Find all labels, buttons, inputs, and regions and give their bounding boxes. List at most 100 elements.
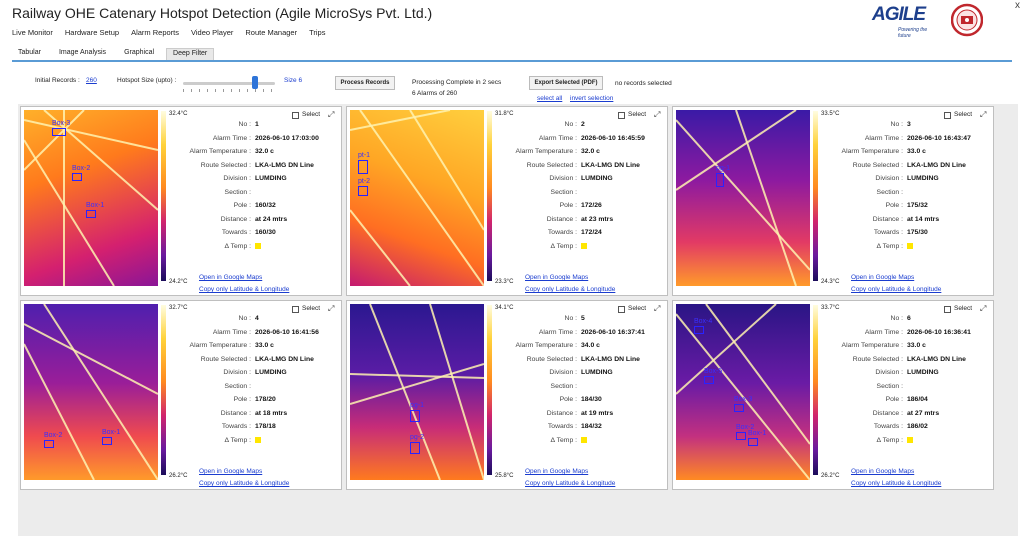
hotspot-box — [694, 326, 704, 334]
expand-icon[interactable]: ⤢ — [654, 304, 660, 314]
hotspot-box — [86, 210, 96, 218]
invert-selection-link[interactable]: invert selection — [570, 95, 613, 102]
select-checkbox[interactable] — [618, 306, 625, 313]
select-checkbox[interactable] — [292, 306, 299, 313]
agile-logo-word: AGILE — [872, 4, 926, 25]
scale-max: 32.4°C — [169, 111, 188, 117]
hotspot-box — [736, 432, 746, 440]
alarm-card[interactable]: pg-1 33.5°C 24.3°C Select ⤢ No : 3 Alarm T… — [672, 106, 994, 296]
field-value-pole: 175/32 — [907, 202, 928, 209]
open-google-maps-link[interactable]: Open in Google Maps — [199, 274, 262, 281]
thermal-image[interactable]: pg-1 — [676, 110, 810, 286]
expand-icon[interactable]: ⤢ — [980, 304, 986, 314]
field-label: Route Selected : — [852, 355, 903, 363]
export-pdf-button[interactable]: Export Selected (PDF) — [529, 76, 603, 90]
scale-max: 32.7°C — [169, 305, 188, 311]
field-label: Alarm Time : — [864, 328, 903, 336]
tab-image-analysis[interactable]: Image Analysis — [53, 48, 112, 60]
copy-lat-long-link[interactable]: Copy only Latitude & Longitude — [851, 480, 941, 487]
field-label: Pole : — [559, 202, 577, 209]
field-label: Section : — [224, 382, 251, 390]
initial-records-link[interactable]: 260 — [86, 77, 97, 84]
open-google-maps-link[interactable]: Open in Google Maps — [199, 468, 262, 475]
alarm-card[interactable]: Box-4 Box-5 Box-3 Box-2 Box-1 33.7°C 26.… — [672, 300, 994, 490]
copy-lat-long-link[interactable]: Copy only Latitude & Longitude — [525, 286, 615, 293]
alarm-details: No :4 Alarm Time :2026-06-10 16:41:56 Alar… — [189, 315, 339, 450]
alarm-card[interactable]: pt-1 pt-2 31.8°C 23.3°C Select ⤢ No : 2 Al… — [346, 106, 668, 296]
open-google-maps-link[interactable]: Open in Google Maps — [851, 274, 914, 281]
expand-icon[interactable]: ⤢ — [980, 110, 986, 120]
field-value-alarm-temperature: 33.0 c — [907, 148, 926, 155]
processing-status: Processing Complete in 2 secs — [412, 79, 502, 86]
field-value-division: LUMDING — [581, 369, 613, 376]
field-value-alarm-temperature: 33.0 c — [907, 342, 926, 349]
select-checkbox[interactable] — [292, 112, 299, 119]
field-label: Section : — [876, 382, 903, 390]
field-row-alarm-time: Alarm Time : 2026-06-10 17:03:00 — [189, 135, 339, 149]
temperature-scale-bar — [161, 111, 166, 281]
select-all-link[interactable]: select all — [537, 95, 562, 102]
open-google-maps-link[interactable]: Open in Google Maps — [525, 274, 588, 281]
process-records-button[interactable]: Process Records — [335, 76, 395, 90]
expand-icon[interactable]: ⤢ — [328, 304, 334, 314]
hotspot-box-label: Box-1 — [102, 429, 121, 436]
open-google-maps-link[interactable]: Open in Google Maps — [851, 468, 914, 475]
alarm-card[interactable]: Box-3 Box-2 Box-1 32.4°C 24.2°C Select ⤢… — [20, 106, 342, 296]
menu-item-hardware-setup[interactable]: Hardware Setup — [65, 28, 119, 42]
field-value-alarm-time: 2026-06-10 16:36:41 — [907, 328, 971, 336]
field-label: Division : — [549, 369, 577, 376]
agile-logo-tagline: Powering the future — [898, 27, 928, 39]
wire-line — [676, 119, 810, 271]
copy-lat-long-link[interactable]: Copy only Latitude & Longitude — [199, 286, 289, 293]
delta-indicator-icon — [581, 436, 587, 443]
select-checkbox[interactable] — [944, 112, 951, 119]
menu-item-trips[interactable]: Trips — [309, 28, 325, 42]
copy-lat-long-link[interactable]: Copy only Latitude & Longitude — [851, 286, 941, 293]
expand-icon[interactable]: ⤢ — [654, 110, 660, 120]
main-menu: Live Monitor Hardware Setup Alarm Reports V… — [12, 28, 325, 42]
field-label: No : — [238, 315, 251, 322]
thermal-image[interactable]: pg-1 pg-2 — [350, 304, 484, 480]
menu-item-route-manager[interactable]: Route Manager — [245, 28, 297, 42]
field-value-route: LKA-LMG DN Line — [907, 355, 966, 363]
thermal-image[interactable]: Box-2 Box-1 — [24, 304, 158, 480]
field-label: Alarm Time : — [538, 134, 577, 142]
menu-item-video-player[interactable]: Video Player — [191, 28, 233, 42]
open-google-maps-link[interactable]: Open in Google Maps — [525, 468, 588, 475]
field-value-route: LKA-LMG DN Line — [581, 161, 640, 169]
select-label: Select — [628, 305, 647, 312]
field-row-pole: Pole : 178/20 — [189, 396, 339, 410]
tab-graphical[interactable]: Graphical — [118, 48, 160, 60]
menu-item-alarm-reports[interactable]: Alarm Reports — [131, 28, 179, 42]
thermal-image[interactable]: Box-4 Box-5 Box-3 Box-2 Box-1 — [676, 304, 810, 480]
thermal-image[interactable]: Box-3 Box-2 Box-1 — [24, 110, 158, 286]
tab-tabular[interactable]: Tabular — [12, 48, 47, 60]
hotspot-slider-track[interactable] — [183, 82, 275, 85]
field-label: Distance : — [220, 215, 251, 223]
field-row-delta-temp: Δ Temp : — [189, 243, 339, 257]
select-label: Select — [302, 305, 321, 312]
field-label: Alarm Time : — [538, 328, 577, 336]
close-icon[interactable]: x — [1015, 0, 1020, 11]
copy-lat-long-link[interactable]: Copy only Latitude & Longitude — [525, 480, 615, 487]
menu-item-live-monitor[interactable]: Live Monitor — [12, 28, 53, 42]
field-value-division: LUMDING — [255, 369, 287, 376]
field-value-division: LUMDING — [907, 369, 939, 376]
hotspot-slider-thumb[interactable] — [251, 76, 258, 89]
delta-temp-chip — [581, 242, 587, 250]
tab-deep-filter[interactable]: Deep Filter — [166, 48, 215, 60]
thermal-image[interactable]: pt-1 pt-2 — [350, 110, 484, 286]
select-checkbox[interactable] — [618, 112, 625, 119]
field-row-distance: Distance : at 18 mtrs — [189, 410, 339, 424]
select-checkbox[interactable] — [944, 306, 951, 313]
field-row-division: Division : LUMDING — [515, 175, 665, 189]
field-label: Pole : — [885, 396, 903, 403]
alarm-card[interactable]: pg-1 pg-2 34.1°C 25.8°C Select ⤢ No : 5 Al… — [346, 300, 668, 490]
hotspot-box-label: Box-3 — [52, 120, 71, 127]
alarm-card[interactable]: Box-2 Box-1 32.7°C 26.2°C Select ⤢ No : 4… — [20, 300, 342, 490]
expand-icon[interactable]: ⤢ — [328, 110, 334, 120]
field-row-division: Division : LUMDING — [189, 369, 339, 383]
scale-max: 33.5°C — [821, 111, 840, 117]
copy-lat-long-link[interactable]: Copy only Latitude & Longitude — [199, 480, 289, 487]
field-value-towards: 178/18 — [255, 423, 276, 430]
